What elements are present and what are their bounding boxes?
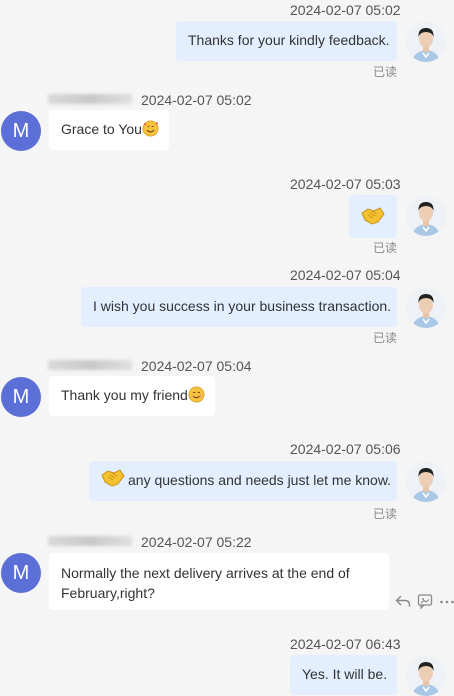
- read-status: 已读: [373, 65, 398, 79]
- message-timestamp: 2024-02-07 05:04: [141, 358, 252, 374]
- message-text: any questions and needs just let me know…: [128, 472, 392, 488]
- read-status: 已读: [373, 507, 398, 521]
- smiling-face-emoji: [188, 386, 205, 403]
- user-avatar[interactable]: [406, 288, 446, 328]
- message-text: Grace to You: [61, 121, 142, 137]
- outgoing-message-bubble[interactable]: I wish you success in your business tran…: [81, 287, 397, 327]
- message-text: I wish you success in your business tran…: [93, 298, 392, 314]
- message-text-line: February,right?: [61, 585, 155, 601]
- message-text: Thank you my friend: [61, 387, 188, 403]
- sender-name: [48, 94, 132, 104]
- message-text: Thanks for your kindly feedback.: [188, 32, 390, 48]
- incoming-message-bubble[interactable]: Normally the next delivery arrives at th…: [49, 553, 389, 610]
- person-icon: [406, 22, 446, 62]
- sender-name: [48, 536, 132, 546]
- reply-icon[interactable]: [395, 593, 411, 609]
- handshake-emoji: [101, 469, 125, 487]
- more-icon[interactable]: [439, 593, 454, 609]
- contact-avatar[interactable]: M: [1, 111, 41, 151]
- read-status: 已读: [373, 331, 398, 345]
- outgoing-message-bubble[interactable]: Thanks for your kindly feedback.: [176, 21, 397, 61]
- message-timestamp: 2024-02-07 05:03: [290, 176, 401, 192]
- message-timestamp: 2024-02-07 05:06: [290, 441, 401, 457]
- outgoing-message-bubble[interactable]: [349, 195, 397, 238]
- user-avatar[interactable]: [406, 462, 446, 502]
- smiling-face-with-hearts-emoji: [142, 120, 159, 137]
- message-text-line: Normally the next delivery arrives at th…: [61, 565, 350, 581]
- handshake-emoji: [361, 207, 385, 225]
- message-timestamp: 2024-02-07 05:04: [290, 267, 401, 283]
- message-timestamp: 2024-02-07 05:02: [290, 2, 401, 18]
- message-timestamp: 2024-02-07 05:22: [141, 534, 252, 550]
- sender-name: [48, 360, 132, 370]
- outgoing-message-bubble[interactable]: Yes. It will be.: [290, 655, 397, 695]
- user-avatar[interactable]: [406, 196, 446, 236]
- contact-avatar[interactable]: M: [1, 553, 41, 593]
- quote-icon[interactable]: [417, 593, 433, 609]
- user-avatar[interactable]: [406, 656, 446, 696]
- incoming-message-bubble[interactable]: Thank you my friend: [49, 376, 215, 416]
- incoming-message-bubble[interactable]: Grace to You: [49, 110, 169, 150]
- contact-avatar[interactable]: M: [1, 377, 41, 417]
- person-icon: [406, 462, 446, 502]
- user-avatar[interactable]: [406, 22, 446, 62]
- message-timestamp: 2024-02-07 06:43: [290, 636, 401, 652]
- person-icon: [406, 196, 446, 236]
- person-icon: [406, 288, 446, 328]
- read-status: 已读: [373, 241, 398, 255]
- outgoing-message-bubble[interactable]: any questions and needs just let me know…: [89, 461, 397, 501]
- message-timestamp: 2024-02-07 05:02: [141, 92, 252, 108]
- person-icon: [406, 656, 446, 696]
